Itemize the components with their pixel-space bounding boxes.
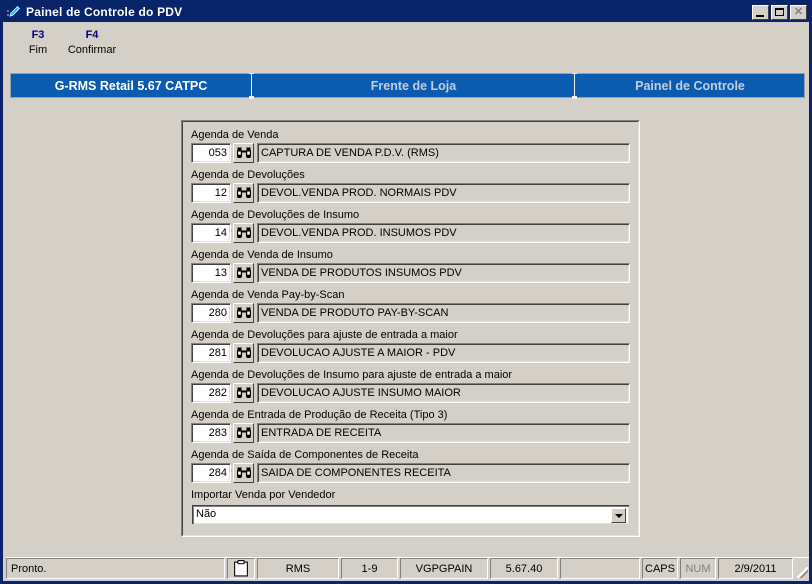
form-panel: Agenda de Venda 053 CAPTURA DE VENDA P.D…: [181, 120, 640, 537]
field-group-agenda-venda: Agenda de Venda 053 CAPTURA DE VENDA P.D…: [191, 128, 630, 163]
binoculars-icon[interactable]: [233, 383, 254, 403]
code-input-agenda-venda-insumo[interactable]: 13: [191, 263, 231, 283]
function-key-f4-label: Confirmar: [67, 44, 117, 56]
description-input-agenda-devolucoes-insumo[interactable]: DEVOL.VENDA PROD. INSUMOS PDV: [257, 223, 630, 243]
importar-venda-por-vendedor-value: Não: [196, 508, 217, 520]
field-group-agenda-devolucoes-insumo: Agenda de Devoluções de Insumo 14 DEVOL.…: [191, 208, 630, 243]
application-window: Painel de Controle do PDV ✕ F3 Fim F4 Co…: [0, 0, 812, 584]
code-input-agenda-entrada-producao-receita[interactable]: 283: [191, 423, 231, 443]
binoculars-icon[interactable]: [233, 183, 254, 203]
title-bar[interactable]: Painel de Controle do PDV ✕: [3, 2, 809, 22]
function-key-f3-label: Fim: [28, 44, 48, 56]
minimize-icon[interactable]: [752, 4, 769, 20]
tab-painel-de-controle-label: Painel de Controle: [635, 78, 745, 93]
status-date: 2/9/2011: [718, 558, 793, 579]
status-system: RMS: [257, 558, 339, 579]
field-group-agenda-venda-insumo: Agenda de Venda de Insumo 13 VENDA DE PR…: [191, 248, 630, 283]
description-input-agenda-venda-insumo[interactable]: VENDA DE PRODUTOS INSUMOS PDV: [257, 263, 630, 283]
binoculars-icon[interactable]: [233, 223, 254, 243]
status-caps: CAPS: [642, 558, 678, 579]
code-input-agenda-venda[interactable]: 053: [191, 143, 231, 163]
binoculars-icon[interactable]: [233, 143, 254, 163]
code-input-agenda-devolucoes[interactable]: 12: [191, 183, 231, 203]
tab-frente-de-loja[interactable]: Frente de Loja: [253, 74, 574, 97]
chevron-down-icon[interactable]: [611, 508, 626, 523]
binoculars-icon[interactable]: [233, 303, 254, 323]
status-message: Pronto.: [6, 558, 225, 579]
status-blank: [560, 558, 640, 579]
function-key-f3-key: F3: [31, 29, 45, 41]
field-group-agenda-venda-pay-by-scan: Agenda de Venda Pay-by-Scan 280 VENDA DE…: [191, 288, 630, 323]
function-key-f4[interactable]: F4 Confirmar: [60, 28, 124, 58]
field-label-agenda-devolucoes-insumo: Agenda de Devoluções de Insumo: [191, 209, 360, 221]
description-input-agenda-saida-componentes-receita[interactable]: SAIDA DE COMPONENTES RECEITA: [257, 463, 630, 483]
field-label-agenda-venda: Agenda de Venda: [191, 129, 279, 141]
clipboard-icon[interactable]: [227, 558, 255, 579]
description-input-agenda-venda[interactable]: CAPTURA DE VENDA P.D.V. (RMS): [257, 143, 630, 163]
code-input-agenda-devolucoes-ajuste-maior[interactable]: 281: [191, 343, 231, 363]
function-key-f3[interactable]: F3 Fim: [20, 28, 56, 58]
function-key-f4-key: F4: [85, 29, 99, 41]
field-label-agenda-saida-componentes-receita: Agenda de Saída de Componentes de Receit…: [191, 449, 419, 461]
description-input-agenda-devolucoes-insumo-ajuste-maior[interactable]: DEVOLUCAO AJUSTE INSUMO MAIOR: [257, 383, 630, 403]
tab-painel-de-controle[interactable]: Painel de Controle: [576, 74, 804, 97]
pen-app-icon: [6, 4, 22, 20]
window-controls: ✕: [752, 4, 807, 20]
code-input-agenda-devolucoes-insumo-ajuste-maior[interactable]: 282: [191, 383, 231, 403]
binoculars-icon[interactable]: [233, 463, 254, 483]
field-group-agenda-devolucoes-insumo-ajuste-maior: Agenda de Devoluções de Insumo para ajus…: [191, 368, 630, 403]
description-input-agenda-venda-pay-by-scan[interactable]: VENDA DE PRODUTO PAY-BY-SCAN: [257, 303, 630, 323]
description-input-agenda-devolucoes-ajuste-maior[interactable]: DEVOLUCAO AJUSTE A MAIOR - PDV: [257, 343, 630, 363]
field-group-importar-venda-por-vendedor: Importar Venda por Vendedor Não: [191, 488, 630, 525]
status-num: NUM: [680, 558, 716, 579]
status-program: VGPGPAIN: [400, 558, 488, 579]
binoculars-icon[interactable]: [233, 423, 254, 443]
status-version: 5.67.40: [490, 558, 558, 579]
field-group-agenda-saida-componentes-receita: Agenda de Saída de Componentes de Receit…: [191, 448, 630, 483]
field-group-agenda-devolucoes-ajuste-maior: Agenda de Devoluções para ajuste de entr…: [191, 328, 630, 363]
field-label-agenda-entrada-producao-receita: Agenda de Entrada de Produção de Receita…: [191, 409, 448, 421]
description-input-agenda-entrada-producao-receita[interactable]: ENTRADA DE RECEITA: [257, 423, 630, 443]
importar-venda-por-vendedor-select[interactable]: Não: [191, 504, 630, 525]
binoculars-icon[interactable]: [233, 343, 254, 363]
binoculars-icon[interactable]: [233, 263, 254, 283]
tab-grms-retail[interactable]: G-RMS Retail 5.67 CATPC: [11, 74, 251, 97]
status-bar: Pronto. RMS 1-9 VGPGPAIN 5.67.40 CAPS NU…: [6, 557, 809, 579]
code-input-agenda-devolucoes-insumo[interactable]: 14: [191, 223, 231, 243]
close-icon[interactable]: ✕: [790, 4, 807, 20]
field-label-agenda-devolucoes-ajuste-maior: Agenda de Devoluções para ajuste de entr…: [191, 329, 458, 341]
field-label-agenda-devolucoes-insumo-ajuste-maior: Agenda de Devoluções de Insumo para ajus…: [191, 369, 513, 381]
field-label-agenda-venda-pay-by-scan: Agenda de Venda Pay-by-Scan: [191, 289, 345, 301]
tab-frente-de-loja-label: Frente de Loja: [370, 78, 457, 93]
field-group-agenda-entrada-producao-receita: Agenda de Entrada de Produção de Receita…: [191, 408, 630, 443]
window-title: Painel de Controle do PDV: [26, 5, 183, 19]
field-label-agenda-venda-insumo: Agenda de Venda de Insumo: [191, 249, 333, 261]
code-input-agenda-saida-componentes-receita[interactable]: 284: [191, 463, 231, 483]
function-key-toolbar: F3 Fim F4 Confirmar: [3, 22, 809, 68]
field-label-agenda-devolucoes: Agenda de Devoluções: [191, 169, 305, 181]
tab-strip: G-RMS Retail 5.67 CATPC Frente de Loja P…: [10, 73, 805, 98]
resize-grip[interactable]: [795, 558, 809, 579]
status-range: 1-9: [341, 558, 398, 579]
maximize-icon[interactable]: [771, 4, 788, 20]
description-input-agenda-devolucoes[interactable]: DEVOL.VENDA PROD. NORMAIS PDV: [257, 183, 630, 203]
code-input-agenda-venda-pay-by-scan[interactable]: 280: [191, 303, 231, 323]
tab-grms-retail-label: G-RMS Retail 5.67 CATPC: [54, 78, 208, 93]
field-label-importar-venda-por-vendedor: Importar Venda por Vendedor: [191, 489, 336, 501]
field-group-agenda-devolucoes: Agenda de Devoluções 12 DEVOL.VENDA PROD…: [191, 168, 630, 203]
